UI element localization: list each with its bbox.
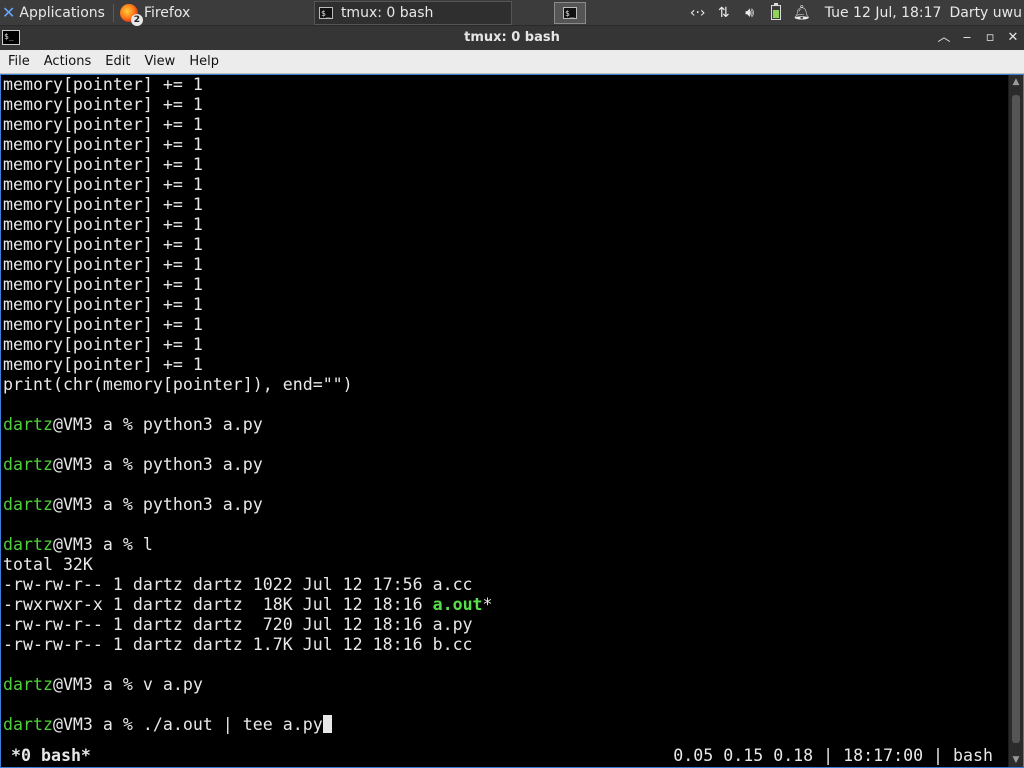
terminal-window: $_ tmux: 0 bash ︿ ‒ ▫ ✕ File Actions Edi…	[0, 26, 1024, 768]
taskbar-firefox-button[interactable]: 2 Firefox	[116, 1, 312, 26]
restore-icon[interactable]: ︿	[934, 28, 954, 48]
notification-bell-icon[interactable]: 🔔︎	[789, 5, 815, 21]
scroll-down-icon[interactable]: ▼	[1009, 753, 1023, 767]
terminal-line: memory[pointer] += 1	[3, 355, 203, 374]
prompt-command: @VM3 a % ./a.out | tee a.py	[52, 715, 323, 734]
prompt-username: dartz	[3, 715, 53, 734]
firefox-icon: 2	[119, 3, 143, 26]
tmux-window-list[interactable]: *0 bash*	[11, 745, 91, 767]
terminal-line: memory[pointer] += 1	[3, 235, 203, 254]
scrollbar-thumb[interactable]	[1012, 95, 1020, 743]
terminal-line: -rw-rw-r-- 1 dartz dartz 1022 Jul 12 17:…	[3, 575, 473, 594]
prompt-line: dartz@VM3 a % python3 a.py	[3, 455, 1003, 475]
taskbar-tmux-label: tmux: 0 bash	[340, 4, 434, 21]
menu-edit[interactable]: Edit	[97, 54, 136, 69]
system-tray: ‹·› ⇅ 🔊︎ 🔔︎ Tue 12 Jul, 18:17 Darty uwu	[685, 0, 1024, 26]
prompt-line: dartz@VM3 a % python3 a.py	[3, 495, 1003, 515]
terminal-line: memory[pointer] += 1	[3, 195, 203, 214]
terminal-icon: $_	[318, 6, 333, 19]
terminal-line: memory[pointer] += 1	[3, 115, 203, 134]
menu-help[interactable]: Help	[181, 54, 225, 69]
window-title: tmux: 0 bash	[464, 30, 560, 45]
user-menu[interactable]: Darty uwu	[949, 5, 1022, 21]
terminal-line: memory[pointer] += 1	[3, 75, 203, 94]
prompt-username: dartz	[3, 455, 53, 474]
workspace-terminal-icon: $_	[562, 6, 577, 19]
panel-clock[interactable]: Tue 12 Jul, 18:17	[825, 5, 942, 21]
terminal-cursor	[322, 715, 332, 733]
prompt-username: dartz	[3, 535, 53, 554]
listing-details: -rwxrwxr-x 1 dartz dartz 18K Jul 12 18:1…	[3, 595, 433, 614]
terminal-line: memory[pointer] += 1	[3, 295, 203, 314]
menu-actions[interactable]: Actions	[36, 54, 98, 69]
prompt-command: @VM3 a % python3 a.py	[52, 455, 263, 474]
terminal-output: memory[pointer] += 1 memory[pointer] += 1…	[3, 75, 1003, 735]
menu-bar: File Actions Edit View Help	[0, 50, 1024, 74]
prompt-line: dartz@VM3 a % ./a.out | tee a.py	[3, 715, 1003, 735]
battery-icon[interactable]	[763, 3, 789, 21]
volume-icon[interactable]: 🔊︎	[737, 5, 763, 21]
terminal-line: memory[pointer] += 1	[3, 215, 203, 234]
terminal-line: -rw-rw-r-- 1 dartz dartz 1.7K Jul 12 18:…	[3, 635, 473, 654]
prompt-username: dartz	[3, 415, 53, 434]
tmux-status-right: 0.05 0.15 0.18 | 18:17:00 | bash	[673, 746, 993, 765]
executable-filename: a.out	[432, 595, 483, 614]
terminal-line: memory[pointer] += 1	[3, 315, 203, 334]
applications-menu-button[interactable]: ✕ Applications	[0, 0, 111, 26]
prompt-command: @VM3 a % l	[52, 535, 153, 554]
tmux-status-bar: *0 bash* 0.05 0.15 0.18 | 18:17:00 | bas…	[1, 745, 1007, 767]
menu-file[interactable]: File	[0, 54, 36, 69]
xfce-logo-icon: ✕	[2, 3, 16, 22]
close-icon[interactable]: ✕	[1003, 28, 1023, 48]
window-count-badge: 2	[130, 13, 143, 26]
terminal-line: memory[pointer] += 1	[3, 175, 203, 194]
maximize-icon[interactable]: ▫	[980, 28, 1000, 48]
terminal-line: total 32K	[3, 555, 93, 574]
prompt-line: dartz@VM3 a % v a.py	[3, 675, 1003, 695]
taskbar-firefox-label: Firefox	[143, 4, 191, 21]
window-titlebar[interactable]: $_ tmux: 0 bash ︿ ‒ ▫ ✕	[0, 26, 1024, 50]
panel-separator	[112, 3, 114, 22]
terminal-line: memory[pointer] += 1	[3, 155, 203, 174]
prompt-command: @VM3 a % python3 a.py	[52, 495, 263, 514]
prompt-username: dartz	[3, 675, 53, 694]
terminal-line: memory[pointer] += 1	[3, 95, 203, 114]
listing-line: -rwxrwxr-x 1 dartz dartz 18K Jul 12 18:1…	[3, 595, 1003, 615]
scroll-up-icon[interactable]: ▲	[1009, 75, 1023, 89]
network-transfer-icon[interactable]: ‹·›	[685, 5, 711, 21]
workspace-switcher[interactable]: $_	[553, 1, 586, 24]
minimize-icon[interactable]: ‒	[957, 28, 977, 48]
taskbar-tmux-button[interactable]: $_ tmux: 0 bash	[313, 0, 512, 25]
prompt-line: dartz@VM3 a % python3 a.py	[3, 415, 1003, 435]
terminal-line: memory[pointer] += 1	[3, 135, 203, 154]
prompt-command: @VM3 a % v a.py	[52, 675, 203, 694]
network-icon[interactable]: ⇅	[711, 5, 737, 21]
terminal-scrollbar[interactable]: ▲ ▼	[1008, 75, 1023, 767]
executable-marker: *	[482, 595, 493, 614]
terminal-area[interactable]: memory[pointer] += 1 memory[pointer] += 1…	[0, 74, 1024, 768]
applications-label: Applications	[19, 4, 105, 21]
terminal-line: memory[pointer] += 1	[3, 335, 203, 354]
terminal-line: print(chr(memory[pointer]), end="")	[3, 375, 353, 394]
terminal-line: memory[pointer] += 1	[3, 255, 203, 274]
terminal-line: memory[pointer] += 1	[3, 275, 203, 294]
prompt-username: dartz	[3, 495, 53, 514]
prompt-command: @VM3 a % python3 a.py	[52, 415, 263, 434]
terminal-line: -rw-rw-r-- 1 dartz dartz 720 Jul 12 18:1…	[3, 615, 473, 634]
top-panel: ✕ Applications 2 Firefox $_ tmux: 0 bash…	[0, 0, 1024, 26]
menu-view[interactable]: View	[136, 54, 181, 69]
prompt-line: dartz@VM3 a % l	[3, 535, 1003, 555]
